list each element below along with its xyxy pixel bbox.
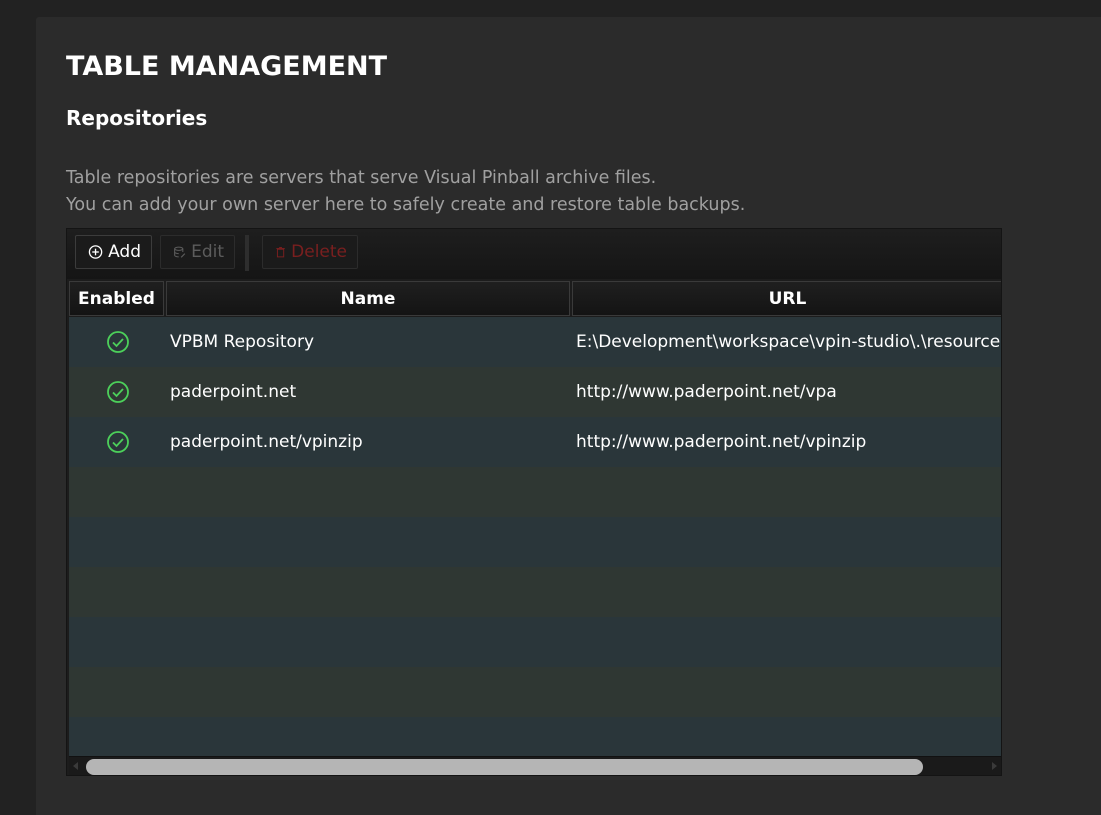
scrollbar-thumb[interactable] — [86, 759, 923, 775]
scroll-right-icon[interactable] — [992, 762, 997, 770]
table-row[interactable]: paderpoint.net/vpinzip http://www.paderp… — [69, 417, 1001, 467]
description-line-2: You can add your own server here to safe… — [66, 195, 746, 215]
url-cell: E:\Development\workspace\vpin-studio\.\r… — [576, 332, 1001, 352]
table-header: Enabled Name URL — [69, 281, 1001, 316]
table-body: VPBM Repository E:\Development\workspace… — [69, 317, 1001, 757]
name-cell: paderpoint.net/vpinzip — [170, 432, 363, 452]
add-button[interactable]: Add — [75, 235, 152, 269]
check-circle-icon — [106, 431, 129, 453]
delete-button[interactable]: Delete — [262, 235, 358, 269]
database-edit-icon — [174, 246, 186, 258]
page-title: TABLE MANAGEMENT — [66, 51, 388, 82]
toolbar-separator — [245, 235, 249, 271]
enabled-cell — [69, 317, 166, 367]
enabled-cell — [69, 367, 166, 417]
plus-circle-icon — [88, 245, 103, 259]
name-cell: VPBM Repository — [170, 332, 315, 352]
settings-panel: TABLE MANAGEMENT Repositories Table repo… — [36, 17, 1101, 815]
add-button-label: Add — [108, 242, 141, 262]
empty-row — [69, 667, 1001, 717]
delete-button-label: Delete — [291, 242, 347, 262]
empty-row — [69, 617, 1001, 667]
scroll-left-icon[interactable] — [73, 762, 78, 770]
column-header-enabled[interactable]: Enabled — [69, 281, 164, 316]
table-toolbar: Add Edit Delete — [67, 229, 1001, 279]
edit-button-label: Edit — [191, 242, 224, 262]
empty-row — [69, 467, 1001, 517]
trash-icon — [276, 246, 285, 258]
section-title: Repositories — [66, 106, 208, 130]
empty-row — [69, 517, 1001, 567]
description-line-1: Table repositories are servers that serv… — [66, 168, 657, 188]
horizontal-scrollbar[interactable] — [69, 756, 1001, 775]
check-circle-icon — [106, 331, 129, 353]
column-header-url[interactable]: URL — [572, 281, 1001, 316]
empty-row — [69, 567, 1001, 617]
check-circle-icon — [106, 381, 129, 403]
url-cell: http://www.paderpoint.net/vpa — [576, 382, 837, 402]
edit-button[interactable]: Edit — [160, 235, 235, 269]
empty-row — [69, 717, 1001, 757]
table-row[interactable]: VPBM Repository E:\Development\workspace… — [69, 317, 1001, 367]
url-cell: http://www.paderpoint.net/vpinzip — [576, 432, 867, 452]
column-header-name[interactable]: Name — [166, 281, 570, 316]
table-row[interactable]: paderpoint.net http://www.paderpoint.net… — [69, 367, 1001, 417]
repositories-table: Add Edit Delete Enabled Name URL VPBM Re… — [66, 228, 1002, 776]
name-cell: paderpoint.net — [170, 382, 297, 402]
enabled-cell — [69, 417, 166, 467]
